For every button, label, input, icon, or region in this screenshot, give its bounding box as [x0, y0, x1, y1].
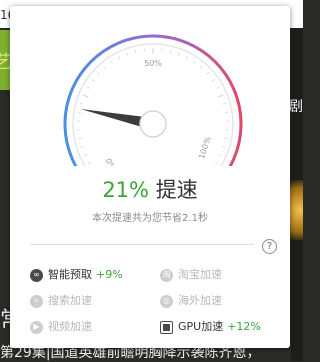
- gauge-tick: [219, 155, 222, 156]
- gauge-tick: [217, 87, 220, 88]
- feature-item[interactable]: ∞ 智能预取+9%: [30, 267, 123, 283]
- gauge-tick: [87, 87, 90, 88]
- speedup-percent: 21%: [102, 178, 149, 202]
- gauge-tick: [111, 61, 113, 63]
- feature-label: 视频加速: [48, 319, 92, 335]
- gauge-mid-label: 50%: [144, 59, 162, 68]
- gauge-tick: [212, 79, 214, 81]
- gauge-tick: [218, 95, 224, 97]
- feature-gain: +9%: [96, 267, 123, 283]
- speedup-label: 提速: [156, 178, 198, 202]
- divider: [30, 244, 254, 245]
- feature-item[interactable]: GPU加速+12%: [160, 319, 261, 335]
- time-saved-text: 本次提速共为您节省2.1秒: [10, 209, 290, 224]
- gauge-tick: [83, 95, 89, 97]
- gauge-tick: [200, 66, 202, 68]
- gauge-color-arc: [65, 36, 241, 166]
- gauge-tick: [223, 103, 226, 104]
- feature-label: 智能预取: [48, 267, 92, 283]
- feature-label: GPU加速: [178, 319, 223, 335]
- feature-label: 淘宝加速: [178, 267, 222, 283]
- feature-item[interactable]: ▶ 视频加速: [30, 319, 92, 335]
- feature-item[interactable]: 淘淘宝加速: [160, 267, 222, 283]
- gauge-tick: [215, 162, 218, 164]
- play-icon: ▶: [30, 321, 43, 334]
- gauge-tick: [80, 103, 83, 104]
- gauge-tick: [222, 147, 225, 148]
- gauge-tick: [118, 56, 119, 59]
- gauge-tick: [186, 56, 187, 59]
- gauge-tick: [88, 162, 91, 164]
- gauge-tick: [225, 138, 228, 139]
- background-right-text: 剧: [289, 96, 303, 116]
- taobao-icon: 淘: [160, 269, 173, 282]
- speed-gauge: 0% 50% 100%: [10, 6, 290, 166]
- search-icon: ⌕: [30, 295, 43, 308]
- gauge-tick: [178, 53, 179, 56]
- help-icon[interactable]: ?: [262, 239, 277, 254]
- feature-item[interactable]: ⌕ 搜索加速: [30, 293, 92, 309]
- gauge-tick: [135, 50, 136, 53]
- speedup-popup: 0% 50% 100% 21% 提速 本次提速共为您节省2.1秒 ? ∞ 智能预取…: [10, 6, 290, 348]
- globe-icon: ◎: [160, 295, 173, 308]
- gauge-hub: [140, 111, 166, 137]
- background-poster-fragment: [289, 180, 303, 240]
- feature-label: 海外加速: [178, 293, 222, 309]
- feature-item[interactable]: ◎ 海外加速: [160, 293, 222, 309]
- gauge-tick: [170, 50, 171, 53]
- link-icon: ∞: [30, 269, 43, 282]
- gauge-min-label: 0%: [103, 157, 117, 166]
- gauge-tick: [92, 79, 94, 81]
- gauge-tick: [104, 66, 106, 68]
- speedup-result: 21% 提速: [10, 174, 290, 204]
- feature-label: 搜索加速: [48, 293, 92, 309]
- feature-gain: +12%: [227, 319, 261, 335]
- gauge-tick: [207, 72, 209, 74]
- gauge-tick: [97, 72, 99, 74]
- chip-icon: [160, 321, 173, 334]
- gauge-tick: [78, 138, 81, 139]
- gauge-tick: [81, 147, 84, 148]
- gauge-tick: [194, 61, 196, 63]
- gauge-max-label: 100%: [197, 135, 213, 160]
- gauge-tick: [127, 53, 128, 56]
- gauge-tick: [84, 155, 87, 156]
